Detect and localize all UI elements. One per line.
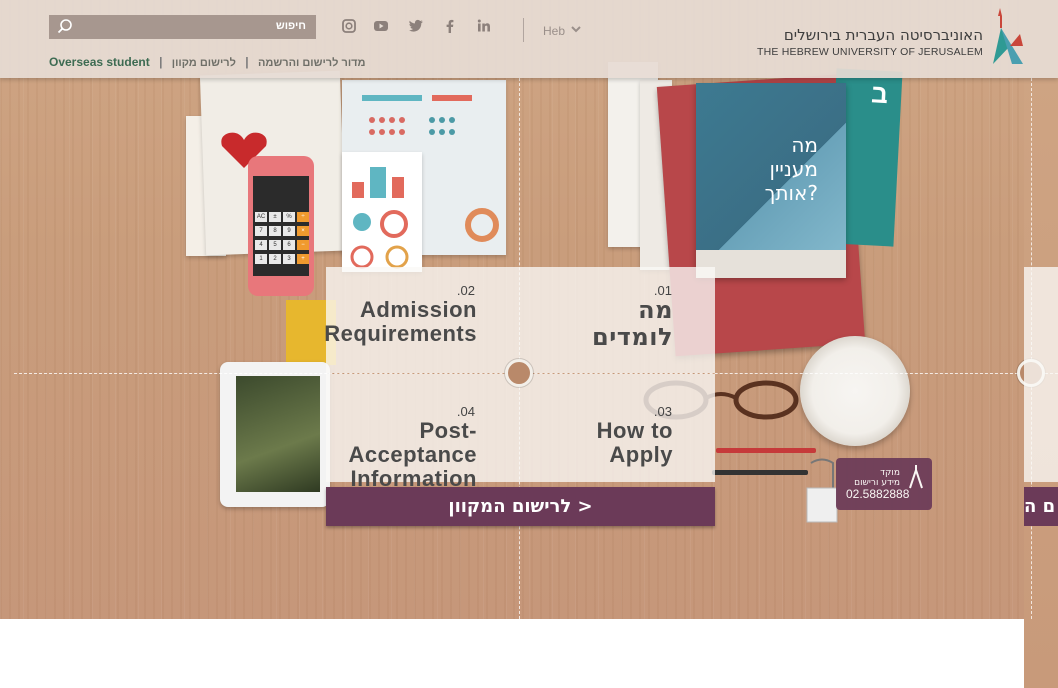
red-pencil xyxy=(716,448,816,453)
search-placeholder: חיפוש xyxy=(275,20,306,32)
coffee-cup xyxy=(800,336,910,446)
nav-separator: | xyxy=(245,55,249,69)
chart-card xyxy=(342,152,422,272)
info-center-badge[interactable]: מוקד מידע ורישום 02.5882888 xyxy=(836,458,932,510)
black-pencil xyxy=(712,470,808,475)
logo-hebrew-text[interactable]: האוניברסיטה העברית בירושלים xyxy=(784,26,983,44)
chevron-down-icon[interactable] xyxy=(570,23,582,35)
logo-english-text[interactable]: THE HEBREW UNIVERSITY OF JERUSALEM xyxy=(757,46,983,58)
tile-title: Post-Acceptance Information xyxy=(348,418,477,491)
info-badge-title: מוקד xyxy=(880,468,900,478)
tile-post-acceptance[interactable]: .04 Post-Acceptance Information xyxy=(326,374,520,491)
youtube-icon[interactable] xyxy=(373,18,389,34)
tile-how-to-apply[interactable]: .03 How to Apply xyxy=(520,374,715,482)
instagram-icon[interactable] xyxy=(341,18,357,34)
tile-title: מה לומדים xyxy=(591,296,673,351)
university-logo-icon[interactable] xyxy=(990,6,1026,68)
binder-clip xyxy=(806,458,838,523)
nav-online-registration[interactable]: לרישום מקוון xyxy=(172,57,236,69)
nav-registration-guide[interactable]: מדור לרישום והרשמה xyxy=(258,57,366,69)
nav-overseas-student[interactable]: Overseas student xyxy=(49,55,150,69)
tile-number: .03 xyxy=(653,404,672,419)
tile-number: .04 xyxy=(456,404,475,419)
online-registration-button[interactable]: לרישום המקוון > xyxy=(326,487,715,526)
facebook-icon[interactable] xyxy=(442,18,458,34)
page-footer-area xyxy=(0,619,1024,688)
top-nav: Overseas student | לרישום מקוון | מדור ל… xyxy=(49,55,366,69)
next-panel-peek xyxy=(1024,267,1058,482)
language-divider xyxy=(523,18,524,42)
tile-what-to-study[interactable]: .01 מה לומדים xyxy=(520,267,715,373)
online-registration-button-peek[interactable]: ם ה xyxy=(1024,487,1058,526)
twitter-icon[interactable] xyxy=(408,18,424,34)
tile-admission-requirements[interactable]: .02 Admission Requirements xyxy=(324,267,520,373)
info-badge-phone: 02.5882888 xyxy=(846,487,910,501)
linkedin-icon[interactable] xyxy=(476,18,492,34)
search-input[interactable]: חיפוש xyxy=(49,15,316,39)
nav-separator: | xyxy=(159,55,163,69)
tile-number: .02 xyxy=(456,283,475,298)
blue-brochure: מה מעניין אותך? xyxy=(696,83,846,278)
phone-calculator: AC ±% ÷ 7 8 9 × 4 5 6− 1 2 3 + xyxy=(248,156,314,296)
tablet xyxy=(220,362,330,507)
tile-title: Admission Requirements xyxy=(324,297,477,346)
search-icon[interactable] xyxy=(57,18,73,34)
grid-center-marker xyxy=(505,359,533,387)
language-selector[interactable]: Heb xyxy=(543,24,565,38)
brochure-title: מה מעניין אותך? xyxy=(764,133,818,205)
tile-title: How to Apply xyxy=(596,418,673,467)
site-header: חיפוש Heb האוניברסיטה העברית בירושלים TH… xyxy=(0,0,1058,78)
